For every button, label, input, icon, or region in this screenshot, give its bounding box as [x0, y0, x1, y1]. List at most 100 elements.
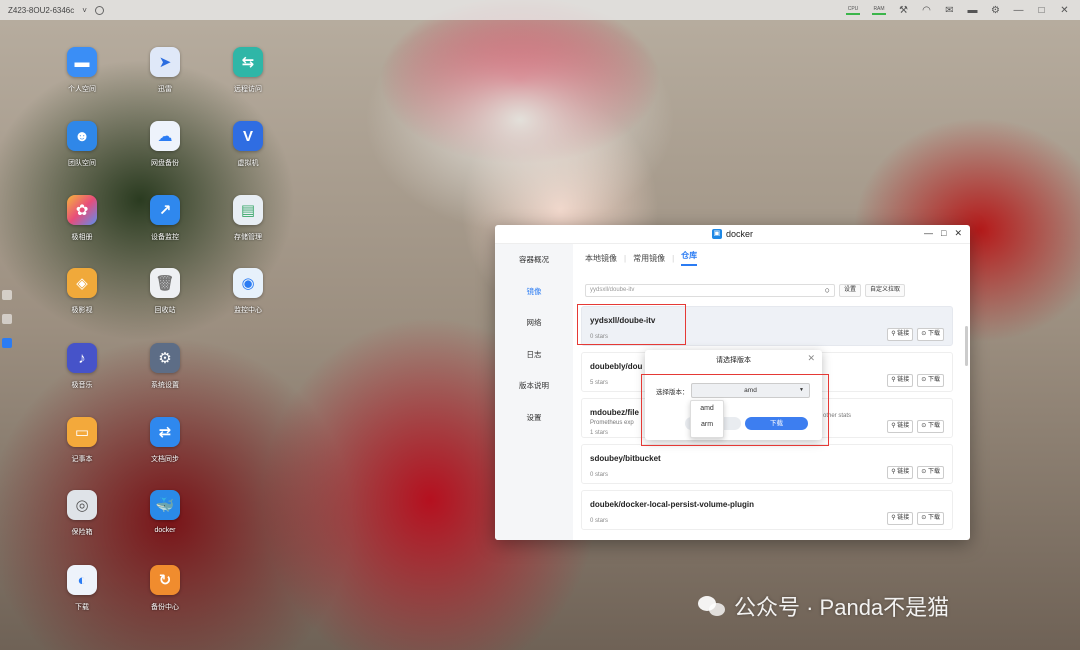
desktop-icon-personal-space[interactable]: ▬ 个人空间 [52, 47, 112, 94]
download-globe-icon: ◐ [67, 565, 97, 595]
tab-local-images[interactable]: 本地镜像 [585, 253, 617, 264]
settings-button[interactable]: 设置 [839, 284, 862, 297]
desktop-icon-thunder[interactable]: ➤ 迅雷 [135, 47, 195, 94]
image-stars: 1 stars [590, 430, 609, 436]
desktop-icon-settings[interactable]: ⚙ 系统设置 [135, 343, 195, 390]
tab-common-images[interactable]: 常用镜像 [633, 253, 665, 264]
desktop-icon-surveillance[interactable]: ◉ 监控中心 [218, 268, 278, 315]
desktop-icon-backup-center[interactable]: ↻ 备份中心 [135, 565, 195, 612]
backup-icon: ↻ [150, 565, 180, 595]
image-description-tail: other stats [823, 413, 852, 419]
sidebar-item-settings[interactable]: 设置 [495, 402, 573, 434]
sidebar-item-overview[interactable]: 容器概况 [495, 244, 573, 276]
sidebar-item-logs[interactable]: 日志 [495, 339, 573, 371]
download-button[interactable]: ⊙ 下载 [917, 374, 944, 387]
results-scrollbar[interactable] [965, 326, 968, 366]
minimize-icon[interactable]: — [1013, 5, 1024, 16]
window-title: docker [725, 229, 753, 239]
restore-icon[interactable]: □ [1036, 5, 1047, 16]
close-icon[interactable]: ✕ [954, 228, 962, 239]
version-dropdown: amd arm [690, 400, 724, 438]
desktop-icon-device-monitor[interactable]: ↗ 设备监控 [135, 195, 195, 242]
caret-down-icon: ▼ [799, 387, 804, 393]
close-icon[interactable]: ✕ [1059, 5, 1070, 16]
desktop-icon-docker[interactable]: 🐳 docker [135, 490, 195, 534]
watermark: 公众号 · Panda不是猫 [698, 590, 949, 622]
desktop-icon-vm[interactable]: V 虚拟机 [218, 121, 278, 168]
image-name: sdoubey/bitbucket [590, 454, 661, 463]
docker-logo-icon: ▣ [711, 229, 722, 239]
search-input[interactable]: yydsxll/doube-itv ○ [585, 284, 835, 297]
photos-icon: ✿ [67, 195, 97, 225]
chevron-down-icon: ˅ [82, 5, 87, 15]
dock-item-folder[interactable] [2, 290, 12, 300]
team-folder-icon: ☻ [67, 121, 97, 151]
desktop-icon-download[interactable]: ◐ 下载 [52, 565, 112, 612]
desktop-icon-cloud-backup[interactable]: ☁ 网盘备份 [135, 121, 195, 168]
sidebar-item-images[interactable]: 镜像 [495, 276, 573, 308]
safe-icon: ◎ [67, 490, 97, 520]
search-icon[interactable]: ○ [825, 285, 830, 296]
list-item[interactable]: doubek/docker-local-persist-volume-plugi… [581, 490, 953, 530]
image-name: doubek/docker-local-persist-volume-plugi… [590, 500, 755, 509]
headset-icon[interactable]: ◠ [921, 5, 932, 16]
mail-icon[interactable]: ✉ [944, 5, 955, 16]
monitor-chart-icon: ↗ [150, 195, 180, 225]
remote-icon: ⇆ [233, 47, 263, 77]
option-amd[interactable]: amd [691, 401, 723, 417]
list-item[interactable]: sdoubey/bitbucket 0 stars ⚲ 链接 ⊙ 下载 [581, 444, 953, 484]
top-bar: Z423-8OU2-6346c ˅ CPU RAM ⚒ ◠ ✉ ▬ ⚙ — □ ✕ [0, 0, 1080, 20]
image-description: Prometheus exp [590, 420, 634, 426]
window-titlebar[interactable]: ▣ docker — □ ✕ [495, 225, 970, 244]
desktop-icon-trash[interactable]: 🗑 回收站 [135, 268, 195, 315]
dock-item-docker[interactable] [2, 338, 12, 348]
camera-icon: ◉ [233, 268, 263, 298]
host-menu[interactable]: Z423-8OU2-6346c ˅ [8, 5, 104, 15]
desktop-icon-doc-sync[interactable]: ⇄ 文档同步 [135, 417, 195, 464]
dialog-title: 请选择版本 [716, 357, 751, 364]
list-item[interactable]: yydsxll/doube-itv 0 stars ⚲ 链接 ⊙ 下载 [581, 306, 953, 346]
bird-icon: ➤ [150, 47, 180, 77]
link-button[interactable]: ⚲ 链接 [887, 512, 914, 525]
link-button[interactable]: ⚲ 链接 [887, 420, 914, 433]
image-stars: 5 stars [590, 380, 609, 386]
settings-icon: ⚙ [150, 343, 180, 373]
desktop-icon-photos[interactable]: ✿ 极相册 [52, 195, 112, 242]
vm-icon: V [233, 121, 263, 151]
cpu-meter: CPU [846, 6, 860, 15]
image-name: mdoubez/file [590, 408, 639, 417]
link-button[interactable]: ⚲ 链接 [887, 374, 914, 387]
hostname: Z423-8OU2-6346c [8, 5, 75, 15]
desktop-icon-notepad[interactable]: ▭ 记事本 [52, 417, 112, 464]
link-button[interactable]: ⚲ 链接 [887, 466, 914, 479]
desktop-icon-team-space[interactable]: ☻ 团队空间 [52, 121, 112, 168]
version-select[interactable]: amd ▼ [691, 383, 810, 398]
download-button[interactable]: ⊙ 下载 [917, 328, 944, 341]
desktop-icon-remote-access[interactable]: ⇆ 远程访问 [218, 47, 278, 94]
custom-pull-button[interactable]: 自定义拉取 [865, 284, 906, 297]
sidebar-item-network[interactable]: 网络 [495, 307, 573, 339]
desktop-icon-safe[interactable]: ◎ 保险箱 [52, 490, 112, 537]
close-icon[interactable]: ✕ [807, 353, 815, 364]
version-dialog: 请选择版本 ✕ 选择版本： amd ▼ 下载 [645, 350, 822, 440]
gear-icon[interactable]: ⚙ [990, 5, 1001, 16]
download-button[interactable]: ⊙ 下载 [917, 466, 944, 479]
ram-meter: RAM [872, 6, 886, 15]
dock-item-apps[interactable] [2, 314, 12, 324]
option-arm[interactable]: arm [691, 417, 723, 433]
download-button[interactable]: ⊙ 下载 [917, 420, 944, 433]
sidebar-item-release-notes[interactable]: 版本说明 [495, 370, 573, 402]
minimize-icon[interactable]: — [924, 228, 933, 239]
download-confirm-button[interactable]: 下载 [745, 417, 808, 430]
globe-icon[interactable] [94, 5, 104, 15]
link-button[interactable]: ⚲ 链接 [887, 328, 914, 341]
desktop-icon-video[interactable]: ◈ 极影视 [52, 268, 112, 315]
storage-icon: ▤ [233, 195, 263, 225]
download-button[interactable]: ⊙ 下载 [917, 512, 944, 525]
tools-icon[interactable]: ⚒ [898, 5, 909, 16]
maximize-icon[interactable]: □ [941, 228, 946, 239]
tab-registry[interactable]: 仓库 [681, 250, 698, 266]
desktop-icon-music[interactable]: ♪ 极音乐 [52, 343, 112, 390]
desktop-icon-storage[interactable]: ▤ 存储管理 [218, 195, 278, 242]
user-icon[interactable]: ▬ [967, 5, 978, 16]
